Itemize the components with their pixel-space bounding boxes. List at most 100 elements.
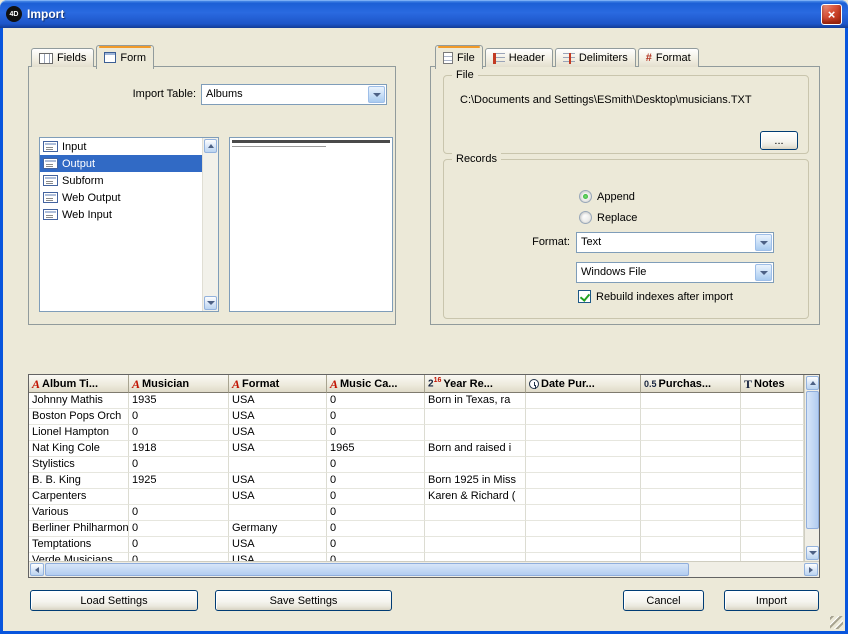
horizontal-scroll-thumb[interactable] bbox=[45, 563, 689, 576]
tab-form-label: Form bbox=[120, 52, 146, 64]
form-preview bbox=[229, 137, 393, 312]
column-header-musician[interactable]: A Musician bbox=[129, 375, 229, 393]
text-field-icon: T bbox=[744, 378, 752, 390]
rebuild-indexes-label[interactable]: Rebuild indexes after import bbox=[596, 291, 733, 303]
scroll-right-icon[interactable] bbox=[804, 563, 818, 576]
import-table-select[interactable]: Albums bbox=[201, 84, 387, 105]
form-thumbnail-icon bbox=[43, 209, 58, 220]
load-settings-button[interactable]: Load Settings bbox=[30, 590, 198, 611]
scroll-up-icon[interactable] bbox=[204, 139, 217, 153]
form-list-item-output[interactable]: Output bbox=[40, 155, 203, 172]
scroll-up-icon[interactable] bbox=[806, 376, 819, 390]
file-format-value: Windows File bbox=[581, 266, 753, 278]
column-header-year-recorded[interactable]: 216 Year Re... bbox=[425, 375, 526, 393]
column-label: Format bbox=[242, 378, 279, 390]
grid-horizontal-scrollbar[interactable] bbox=[29, 561, 819, 577]
column-header-purchase-price[interactable]: 0.5 Purchas... bbox=[641, 375, 741, 393]
dropdown-arrow-icon[interactable] bbox=[755, 264, 772, 281]
table-row[interactable]: CarpentersUSA0Karen & Richard ( bbox=[29, 489, 804, 505]
cell: Born and raised i bbox=[425, 441, 526, 457]
scroll-down-icon[interactable] bbox=[204, 296, 217, 310]
cell: USA bbox=[229, 393, 327, 409]
form-thumbnail-icon bbox=[43, 141, 58, 152]
table-row[interactable]: Nat King Cole1918USA1965Born and raised … bbox=[29, 441, 804, 457]
tab-fields[interactable]: Fields bbox=[31, 48, 94, 67]
import-button[interactable]: Import bbox=[724, 590, 819, 611]
tab-header[interactable]: Header bbox=[485, 48, 553, 67]
table-row[interactable]: Verde Musicians0USA0 bbox=[29, 553, 804, 561]
column-header-album-title[interactable]: A Album Ti... bbox=[29, 375, 129, 393]
table-row[interactable]: Johnny Mathis1935USA0Born in Texas, ra bbox=[29, 393, 804, 409]
cell: 0 bbox=[327, 553, 425, 561]
import-table-value: Albums bbox=[206, 88, 366, 100]
form-list-item-web-output[interactable]: Web Output bbox=[40, 189, 203, 206]
form-tab-panel: Import Table: Albums Input Output Subfor… bbox=[28, 66, 396, 325]
rebuild-indexes-checkbox[interactable] bbox=[578, 290, 591, 303]
form-list-item-web-input[interactable]: Web Input bbox=[40, 206, 203, 223]
table-row[interactable]: Berliner Philharmon0Germany0 bbox=[29, 521, 804, 537]
grid-vertical-scrollbar[interactable] bbox=[804, 375, 819, 561]
cell bbox=[641, 393, 741, 409]
browse-button[interactable]: ... bbox=[760, 131, 798, 150]
import-table-label: Import Table: bbox=[29, 88, 196, 100]
file-group-label: File bbox=[452, 69, 478, 81]
vertical-scroll-thumb[interactable] bbox=[806, 391, 819, 529]
file-group: File C:\Documents and Settings\ESmith\De… bbox=[443, 75, 809, 154]
resize-grip[interactable] bbox=[830, 616, 843, 629]
cell: Johnny Mathis bbox=[29, 393, 129, 409]
date-field-icon bbox=[529, 379, 539, 389]
tab-file[interactable]: File bbox=[435, 45, 483, 69]
cell: 0 bbox=[129, 457, 229, 473]
column-header-notes[interactable]: T Notes bbox=[741, 375, 804, 393]
cell bbox=[741, 505, 804, 521]
file-format-select[interactable]: Windows File bbox=[576, 262, 774, 283]
table-row[interactable]: B. B. King1925USA0Born 1925 in Miss bbox=[29, 473, 804, 489]
tab-delimiters[interactable]: Delimiters bbox=[555, 48, 636, 67]
title-bar[interactable]: 4D Import × bbox=[0, 0, 848, 28]
append-radio-label[interactable]: Append bbox=[597, 191, 635, 203]
scroll-down-icon[interactable] bbox=[806, 546, 819, 560]
table-row[interactable]: Lionel Hampton0USA0 bbox=[29, 425, 804, 441]
cancel-button[interactable]: Cancel bbox=[623, 590, 704, 611]
grid-body: Johnny Mathis1935USA0Born in Texas, ra B… bbox=[29, 393, 804, 561]
form-list-scrollbar[interactable] bbox=[202, 138, 218, 311]
replace-radio[interactable] bbox=[579, 211, 592, 224]
append-radio[interactable] bbox=[579, 190, 592, 203]
replace-radio-label[interactable]: Replace bbox=[597, 212, 637, 224]
dropdown-arrow-icon[interactable] bbox=[368, 86, 385, 103]
table-row[interactable]: Boston Pops Orch0USA0 bbox=[29, 409, 804, 425]
cell: 0 bbox=[129, 425, 229, 441]
column-header-music-category[interactable]: A Music Ca... bbox=[327, 375, 425, 393]
cell: Karen & Richard ( bbox=[425, 489, 526, 505]
close-button[interactable]: × bbox=[821, 4, 842, 25]
table-row[interactable]: Stylistics00 bbox=[29, 457, 804, 473]
tab-format[interactable]: # Format bbox=[638, 48, 699, 67]
cell: USA bbox=[229, 489, 327, 505]
save-settings-button[interactable]: Save Settings bbox=[215, 590, 392, 611]
cell bbox=[526, 553, 641, 561]
cell bbox=[526, 521, 641, 537]
app-icon-4d[interactable]: 4D bbox=[6, 6, 22, 22]
scroll-left-icon[interactable] bbox=[30, 563, 44, 576]
dropdown-arrow-icon[interactable] bbox=[755, 234, 772, 251]
cell: USA bbox=[229, 441, 327, 457]
cell bbox=[425, 457, 526, 473]
cell bbox=[526, 537, 641, 553]
cell bbox=[526, 457, 641, 473]
cell: Germany bbox=[229, 521, 327, 537]
cell bbox=[741, 441, 804, 457]
cell: 0 bbox=[129, 505, 229, 521]
form-list-item-label: Web Output bbox=[62, 192, 121, 204]
cell: 1918 bbox=[129, 441, 229, 457]
cell: Carpenters bbox=[29, 489, 129, 505]
table-row[interactable]: Temptations0USA0 bbox=[29, 537, 804, 553]
form-list-item-input[interactable]: Input bbox=[40, 138, 203, 155]
column-header-date-purchased[interactable]: Date Pur... bbox=[526, 375, 641, 393]
column-header-format[interactable]: A Format bbox=[229, 375, 327, 393]
grid-header: A Album Ti... A Musician A Format A Musi… bbox=[29, 375, 804, 393]
table-row[interactable]: Various00 bbox=[29, 505, 804, 521]
form-list-item-subform[interactable]: Subform bbox=[40, 172, 203, 189]
cell bbox=[229, 457, 327, 473]
format-select[interactable]: Text bbox=[576, 232, 774, 253]
tab-form[interactable]: Form bbox=[96, 45, 154, 69]
